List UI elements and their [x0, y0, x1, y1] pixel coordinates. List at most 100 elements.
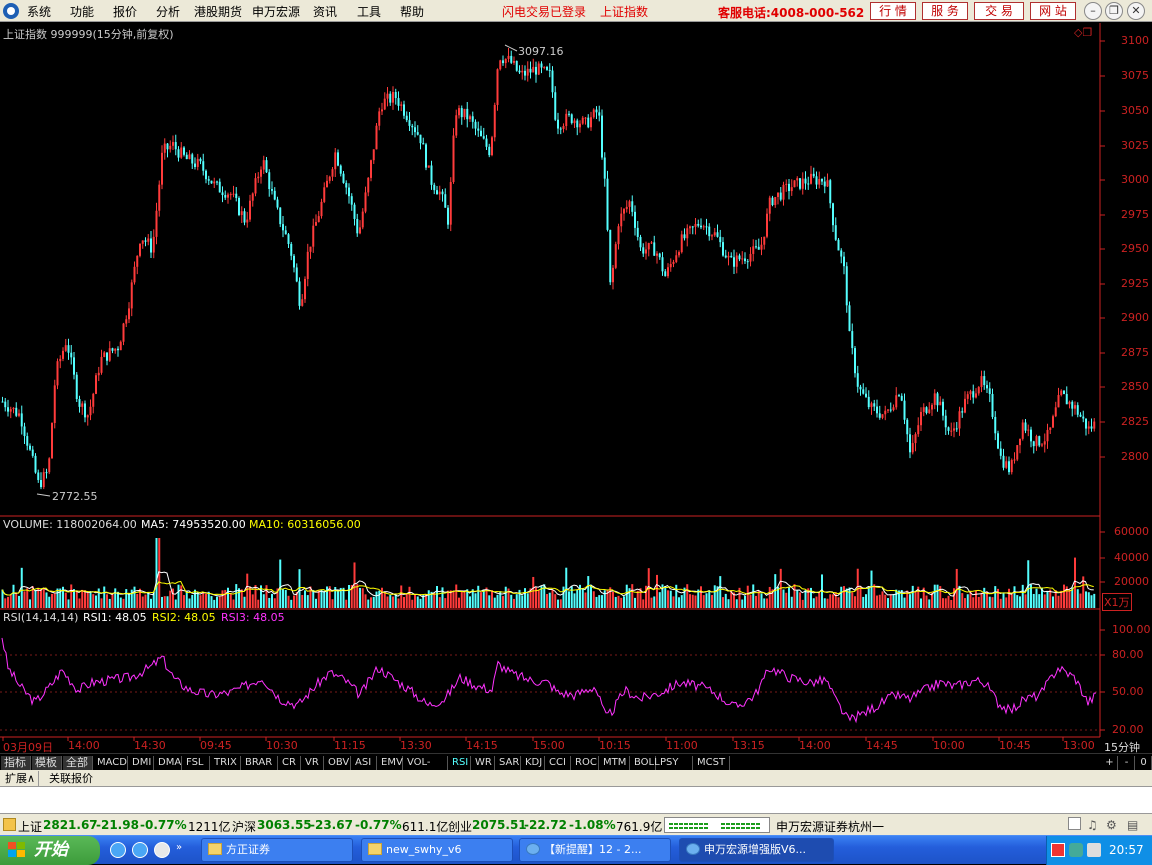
task-fangzheng[interactable]: 方正证券 [201, 838, 353, 862]
zoom-reset-button[interactable]: 0 [1136, 756, 1152, 770]
indicator-tab-macd[interactable]: MACD [94, 756, 128, 770]
indicator-tab-wr[interactable]: WR [472, 756, 495, 770]
candle-body [661, 257, 664, 272]
related-quote-tab[interactable]: 关联报价 [46, 771, 96, 786]
volume-bar [854, 596, 856, 608]
quicklaunch-icon[interactable] [154, 842, 170, 858]
menu-icon[interactable]: ▤ [1127, 818, 1138, 832]
volume-bar [218, 595, 221, 608]
candle-body [595, 109, 598, 113]
indicator-tab-全部[interactable]: 全部 [63, 756, 93, 770]
expand-tab[interactable]: 扩展∧ [2, 771, 40, 786]
indicator-tab-cci[interactable]: CCI [546, 756, 571, 770]
tab-service[interactable]: 服 务 [922, 2, 968, 20]
candle-body [955, 428, 958, 430]
indicator-tab-vr[interactable]: VR [302, 756, 324, 770]
low-marker [36, 493, 51, 497]
task-swhy-v6[interactable]: 申万宏源增强版V6... [679, 838, 834, 862]
tab-market[interactable]: 行 情 [870, 2, 916, 20]
candle-body [416, 132, 419, 135]
menu-system[interactable]: 系统 [27, 3, 51, 20]
zoom-out-button[interactable]: - [1119, 756, 1135, 770]
indicator-tab-boll[interactable]: BOLL [631, 756, 660, 770]
indicator-tab-mcst[interactable]: MCST [694, 756, 730, 770]
menu-analysis[interactable]: 分析 [156, 3, 180, 20]
window-icon[interactable] [1068, 817, 1081, 830]
indicator-tab-mtm[interactable]: MTM [600, 756, 630, 770]
volume-bar [944, 598, 947, 608]
indicator-tab-vol-tdx[interactable]: VOL-TDX [404, 756, 448, 782]
menu-function[interactable]: 功能 [70, 3, 94, 20]
price-tick: 3025 [1121, 139, 1149, 152]
close-icon[interactable]: ✕ [1127, 2, 1145, 20]
indicator-tab-dma[interactable]: DMA [155, 756, 182, 770]
indicator-tab-psy[interactable]: PSY [657, 756, 693, 770]
candle-body [733, 257, 735, 267]
zoom-in-button[interactable]: + [1102, 756, 1118, 770]
ticker-broker[interactable]: 申万宏源证券杭州一 [776, 818, 884, 835]
volume-bar [70, 584, 73, 608]
chart-area[interactable] [0, 23, 1152, 753]
volume-bar [562, 586, 565, 608]
indicator-tab-sar[interactable]: SAR [496, 756, 521, 770]
shield-icon[interactable] [1069, 843, 1083, 857]
time-tick: 14:15 [466, 739, 498, 752]
volume-bar [455, 584, 458, 608]
settings-icon[interactable]: ⚙ [1106, 818, 1117, 832]
indicator-tab-emv[interactable]: EMV [378, 756, 403, 770]
menu-quote[interactable]: 报价 [113, 3, 137, 20]
indicator-tab-指标[interactable]: 指标 [1, 756, 31, 770]
indicator-tab-dmi[interactable]: DMI [129, 756, 154, 770]
indicator-tab-kdj[interactable]: KDJ [522, 756, 545, 770]
indicator-tab-fsl[interactable]: FSL [183, 756, 210, 770]
candle-body [482, 136, 485, 139]
menu-tools[interactable]: 工具 [357, 3, 381, 20]
indicator-tab-roc[interactable]: ROC [572, 756, 599, 770]
indicator-tab-模板[interactable]: 模板 [32, 756, 62, 770]
candle-body [232, 193, 235, 195]
indicator-tab-brar[interactable]: BRAR [242, 756, 278, 770]
tab-trade[interactable]: 交 易 [974, 2, 1024, 20]
indicator-tab-cr[interactable]: CR [279, 756, 301, 770]
candle-body [966, 394, 969, 399]
candle-body [229, 194, 232, 196]
menu-news[interactable]: 资讯 [313, 3, 337, 20]
ticker-icon[interactable] [3, 818, 16, 831]
start-button[interactable]: 开始 [0, 836, 100, 865]
task-reminder[interactable]: 【新提醒】12 - 2... [519, 838, 671, 862]
volume-bar [34, 589, 37, 608]
restore-icon[interactable]: ❐ [1105, 2, 1123, 20]
volume-bar [320, 589, 323, 608]
volume-bar [755, 595, 757, 608]
candle-body [1008, 461, 1010, 473]
ie-icon[interactable] [110, 842, 126, 858]
menu-swhy[interactable]: 申万宏源 [252, 3, 300, 20]
system-clock[interactable]: 20:57 [1109, 843, 1144, 857]
indicator-tab-asi[interactable]: ASI [352, 756, 377, 770]
tab-website[interactable]: 网 站 [1030, 2, 1076, 20]
minimize-icon[interactable]: – [1084, 2, 1102, 20]
menu-help[interactable]: 帮助 [400, 3, 424, 20]
indicator-tab-obv[interactable]: OBV [325, 756, 351, 770]
kline-chart-canvas[interactable] [0, 23, 1152, 753]
task-new-swhy[interactable]: new_swhy_v6 [361, 838, 513, 862]
indicator-tab-rsi[interactable]: RSI [449, 756, 471, 770]
chevron-right-icon[interactable]: » [176, 842, 186, 858]
candle-body [631, 201, 634, 212]
chart-corner-icons[interactable]: ◇❐ [1074, 26, 1092, 39]
volume-bar [306, 595, 309, 608]
antivirus-icon[interactable] [1051, 843, 1065, 857]
ticker-cy-name: 创业 [448, 820, 473, 834]
menu-hk-futures[interactable]: 港股期货 [194, 3, 242, 20]
indicator-tab-trix[interactable]: TRIX [211, 756, 241, 770]
volume-bar [1013, 586, 1016, 608]
volume-bar [1085, 591, 1087, 608]
candle-body [73, 357, 75, 375]
candle-body [326, 180, 328, 188]
candle-body [752, 246, 755, 254]
volume-tick: 40000 [1114, 551, 1149, 564]
network-icon[interactable] [1087, 843, 1101, 857]
speaker-icon[interactable]: ♫ [1087, 818, 1098, 832]
ie2-icon[interactable] [132, 842, 148, 858]
volume-bar [323, 590, 326, 608]
